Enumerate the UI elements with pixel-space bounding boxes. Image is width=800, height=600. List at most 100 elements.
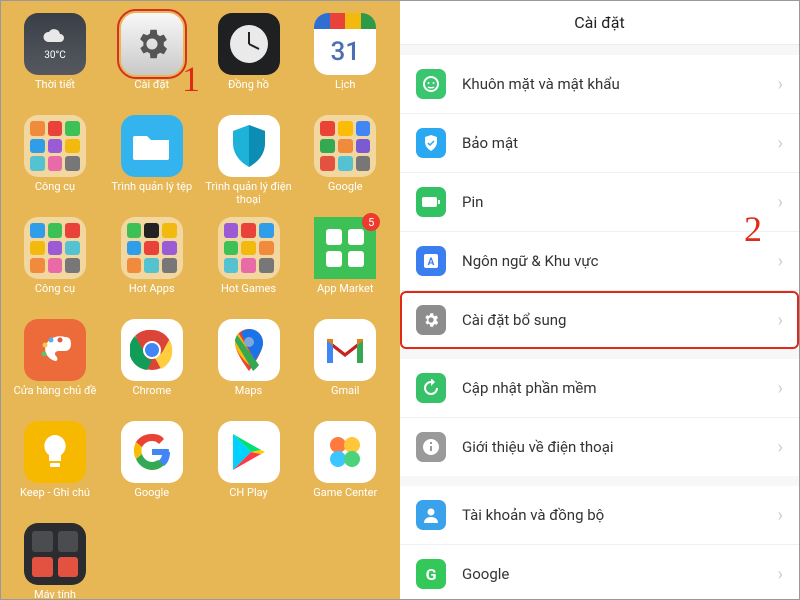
app-clock[interactable]: Đồng hồ [203,13,295,105]
app-chplay[interactable]: CH Play [203,421,295,513]
home-screen: 30°C Thời tiết Cài đặt Đồng hồ 31 Lịch Công cụ… [1,1,400,599]
update-icon [416,373,446,403]
tools2-icon[interactable] [24,217,86,279]
google-icon[interactable] [121,421,183,483]
chevron-right-icon: › [778,74,783,95]
app-app-market[interactable]: 5 App Market [299,217,391,309]
app-hot-games[interactable]: Hot Games [203,217,295,309]
app-maps[interactable]: Maps [203,319,295,411]
additional-icon [416,305,446,335]
hot-apps-icon[interactable] [121,217,183,279]
app-label: Máy tính [34,589,76,599]
calculator-icon[interactable] [24,523,86,585]
files-icon[interactable] [121,115,183,177]
chevron-right-icon: › [778,505,783,526]
row-label: Bảo mật [462,134,778,152]
about-icon [416,432,446,462]
settings-row-language[interactable]: A Ngôn ngữ & Khu vực› [400,232,799,291]
app-market-icon[interactable]: 5 [314,217,376,279]
step-1-marker: 1 [182,58,200,100]
app-label: Trình quản lý tệp [111,181,192,207]
tools1-icon[interactable] [24,115,86,177]
app-game-center[interactable]: Game Center [299,421,391,513]
settings-row-update[interactable]: Cập nhật phần mềm› [400,359,799,418]
app-calendar[interactable]: 31 Lịch [299,13,391,105]
app-label: Maps [235,385,262,411]
app-label: Công cụ [35,283,75,309]
step-2-marker: 2 [744,208,762,250]
app-theme-store[interactable]: Cửa hàng chủ đề [9,319,101,411]
row-label: Cài đặt bổ sung [462,311,778,329]
chevron-right-icon: › [778,251,783,272]
settings-row-google[interactable]: GGoogle› [400,545,799,599]
app-phone-manager[interactable]: Trình quản lý điện thoại [203,115,295,207]
app-label: Đồng hồ [228,79,269,105]
settings-icon[interactable] [121,13,183,75]
app-label: Keep - Ghi chú [20,487,90,513]
app-label: Google [134,487,169,513]
game-center-icon[interactable] [314,421,376,483]
app-label: Gmail [331,385,359,411]
settings-section: Cập nhật phần mềm›Giới thiệu về điện tho… [400,359,799,476]
chevron-right-icon: › [778,378,783,399]
chevron-right-icon: › [778,437,783,458]
language-icon: A [416,246,446,276]
security-icon [416,128,446,158]
hot-games-icon[interactable] [218,217,280,279]
app-label: Google [328,181,363,207]
keep-icon[interactable] [24,421,86,483]
app-label: Cửa hàng chủ đề [14,385,97,411]
chplay-icon[interactable] [218,421,280,483]
settings-row-accounts[interactable]: Tài khoản và đồng bộ› [400,486,799,545]
chevron-right-icon: › [778,310,783,331]
row-label: Ngôn ngữ & Khu vực [462,252,778,270]
google-icon: G [416,559,446,589]
settings-row-about[interactable]: Giới thiệu về điện thoại› [400,418,799,476]
row-label: Google [462,565,778,583]
app-tools1[interactable]: Công cụ [9,115,101,207]
clock-icon[interactable] [218,13,280,75]
app-chrome[interactable]: Chrome [106,319,198,411]
weather-icon[interactable]: 30°C [24,13,86,75]
row-label: Tài khoản và đồng bộ [462,506,778,524]
app-label: Chrome [132,385,171,411]
row-label: Giới thiệu về điện thoại [462,438,778,456]
settings-section: Khuôn mặt và mật khẩu›Bảo mật›Pin›ANgôn … [400,55,799,349]
app-tools2[interactable]: Công cụ [9,217,101,309]
svg-text:A: A [428,257,435,268]
settings-section: Tài khoản và đồng bộ› G Google › [400,486,799,599]
app-label: Trình quản lý điện thoại [203,181,295,207]
app-label: Lịch [335,79,355,105]
app-gmail[interactable]: Gmail [299,319,391,411]
settings-row-additional[interactable]: Cài đặt bổ sung› [400,291,799,349]
app-label: Thời tiết [35,79,75,105]
chevron-right-icon: › [778,192,783,213]
app-hot-apps[interactable]: Hot Apps [106,217,198,309]
calendar-icon[interactable]: 31 [314,13,376,75]
app-label: CH Play [229,487,267,513]
settings-screen: Cài đặt Khuôn mặt và mật khẩu›Bảo mật›Pi… [400,1,799,599]
gmail-icon[interactable] [314,319,376,381]
chevron-right-icon: › [778,133,783,154]
app-label: App Market [317,283,373,309]
google-folder-icon[interactable] [314,115,376,177]
maps-icon[interactable] [218,319,280,381]
app-keep[interactable]: Keep - Ghi chú [9,421,101,513]
row-label: Cập nhật phần mềm [462,379,778,397]
battery-icon [416,187,446,217]
settings-row-security[interactable]: Bảo mật› [400,114,799,173]
phone-manager-icon[interactable] [218,115,280,177]
settings-row-battery[interactable]: Pin› [400,173,799,232]
app-google-folder[interactable]: Google [299,115,391,207]
app-files[interactable]: Trình quản lý tệp [106,115,198,207]
settings-row-face[interactable]: Khuôn mặt và mật khẩu› [400,55,799,114]
app-calculator[interactable]: Máy tính [9,523,101,599]
app-weather[interactable]: 30°C Thời tiết [9,13,101,105]
row-label: Pin [462,193,778,211]
theme-store-icon[interactable] [24,319,86,381]
app-label: Công cụ [35,181,75,207]
chrome-icon[interactable] [121,319,183,381]
settings-list: Khuôn mặt và mật khẩu›Bảo mật›Pin›ANgôn … [400,45,799,599]
app-google[interactable]: Google [106,421,198,513]
app-label: Cài đặt [134,79,169,105]
